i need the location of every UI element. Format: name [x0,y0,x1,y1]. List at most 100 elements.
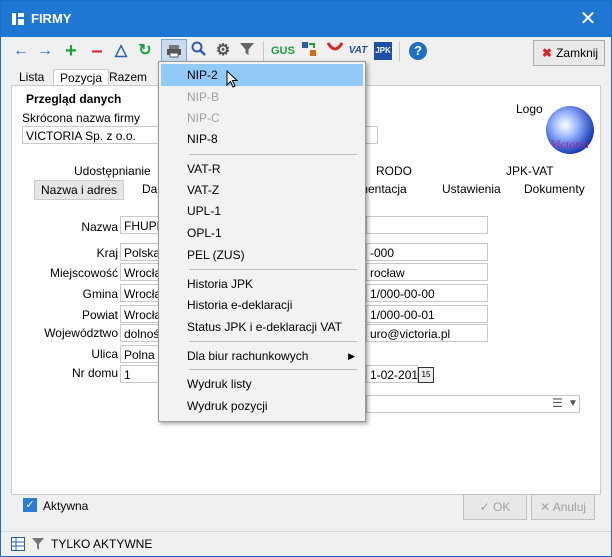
field-label-gmina: Gmina [82,287,118,301]
field-nazwa[interactable]: FHUPR [120,216,160,234]
logo-label: Logo [516,102,543,116]
search-icon[interactable] [189,41,209,61]
title-bar: FIRMY ✕ [1,1,611,37]
menu-item-label: Wydruk listy [187,377,252,391]
field-date[interactable]: 1-02-2015 [366,365,418,383]
menu-item-vat-r[interactable]: VAT-R [161,158,363,180]
tab-lista[interactable]: Lista [13,69,50,85]
field-wojewodztwo[interactable]: dolnośl [120,324,160,342]
close-icon: ✖ [542,46,553,60]
field-kraj[interactable]: Polska [120,243,160,261]
menu-item-upl-1[interactable]: UPL-1 [161,200,363,222]
menu-item-label: Status JPK i e-deklaracji VAT [187,320,342,334]
filter-status-icon[interactable] [31,537,45,551]
menu-item-label: NIP-C [187,111,220,125]
field-nr-domu[interactable]: 1 [120,365,160,383]
list-icon[interactable]: ☰ [552,396,563,410]
menu-item-opl-1[interactable]: OPL-1 [161,222,363,244]
subtab-rodo[interactable]: RODO [376,164,412,178]
logo-text: Victoria [550,137,590,151]
section-title: Przegląd danych [26,92,122,106]
mouse-cursor-icon [226,70,239,88]
jpk-icon[interactable]: JPK [374,42,392,60]
import-icon[interactable] [299,41,319,61]
menu-item-wydruk-listy[interactable]: Wydruk listy [161,373,363,395]
menu-item-label: Dla biur rachunkowych [187,349,309,363]
vat-icon[interactable]: VAT [347,41,369,61]
field-label-powiat: Powiat [81,308,118,322]
active-label: Aktywna [43,499,89,513]
chevron-down-icon[interactable]: ▼ [566,395,580,413]
menu-item-label: NIP-B [187,90,220,104]
status-bar: TYLKO AKTYWNE [1,531,611,556]
grid-icon[interactable] [11,537,25,551]
triangle-icon[interactable]: △ [111,41,131,61]
cancel-button[interactable]: ✕ Anuluj [531,494,595,520]
field-nazwa-extension[interactable] [366,216,488,234]
menu-item-label: PEL (ZUS) [187,248,245,262]
ok-button-label: OK [493,500,511,514]
ok-button[interactable]: ✓ OK [463,494,527,520]
company-logo: Victoria [546,106,594,154]
vat-icon-shape[interactable] [325,41,345,61]
menu-item-label: NIP-8 [187,132,218,146]
status-text: TYLKO AKTYWNE [51,537,153,551]
subtab-udostepnianie[interactable]: Udostępnianie [74,164,151,178]
field-label-nazwa: Nazwa [81,220,118,234]
refresh-icon[interactable]: ↻ [135,41,155,61]
menu-item-nip-8[interactable]: NIP-8 [161,128,363,150]
field-miejscowosc[interactable]: Wrocław [120,263,160,281]
menu-item-status-jpk[interactable]: Status JPK i e-deklaracji VAT [161,316,363,338]
arrow-left-icon[interactable]: ← [11,41,31,61]
add-icon[interactable]: + [61,41,81,61]
menu-item-label: OPL-1 [187,226,222,240]
menu-item-label: VAT-Z [187,183,220,197]
window-close-button[interactable]: ✕ [565,1,611,37]
menu-separator [189,154,357,155]
menu-separator [189,341,357,342]
tab-razem[interactable]: Razem [103,69,153,85]
subtab-da[interactable]: Da [142,182,157,196]
cancel-button-label: Anuluj [552,500,587,514]
print-dropdown-menu: NIP-2 NIP-B NIP-C NIP-8 VAT-R VAT-Z UPL-… [158,61,366,422]
menu-item-nip-2[interactable]: NIP-2 [161,64,363,86]
remove-icon[interactable]: – [87,41,107,61]
menu-item-wydruk-pozycji[interactable]: Wydruk pozycji [161,395,363,417]
field-label-nr-domu: Nr domu [71,366,118,380]
close-button[interactable]: ✖ Zamknij [533,40,605,66]
menu-item-dla-biur[interactable]: Dla biur rachunkowych ▶ [161,345,363,367]
subtab-dokumenty[interactable]: Dokumenty [524,182,585,196]
settings-icon[interactable]: ⚙ [213,41,233,61]
field-dropdown[interactable] [366,395,580,413]
calendar-icon[interactable]: 15 [418,367,434,383]
subtab-nazwa-i-adres[interactable]: Nazwa i adres [34,180,125,200]
menu-item-label: VAT-R [187,162,221,176]
gus-icon[interactable]: GUS [271,41,295,61]
arrow-right-icon[interactable]: → [35,41,55,61]
subtab-jpk-vat[interactable]: JPK-VAT [506,164,554,178]
menu-item-nip-c: NIP-C [161,107,363,129]
field-powiat[interactable]: Wrocław [120,305,160,323]
cancel-icon: ✕ [539,500,553,514]
field-poczta[interactable]: rocław [366,263,488,281]
menu-item-pel-zus[interactable]: PEL (ZUS) [161,244,363,266]
tab-pozycja[interactable]: Pozycja [53,69,110,86]
field-label-miejscowosc: Miejscowość [49,266,118,280]
check-icon: ✓ [479,500,494,514]
field-kod-pocztowy[interactable]: -000 [366,243,488,261]
active-checkbox[interactable]: ✓ [23,498,37,512]
field-telefon[interactable]: 1/000-00-00 [366,284,488,302]
subtab-ustawienia[interactable]: Ustawienia [442,182,501,196]
field-email[interactable]: uro@victoria.pl [366,324,488,342]
field-ulica[interactable]: Polna [120,345,160,363]
help-icon[interactable]: ? [409,42,427,60]
field-fax[interactable]: 1/000-00-01 [366,305,488,323]
menu-item-historia-e-deklaracji[interactable]: Historia e-deklaracji [161,294,363,316]
field-label-wojewodztwo: Województwo [44,326,118,340]
field-label-ulica: Ulica [91,347,118,361]
menu-item-historia-jpk[interactable]: Historia JPK [161,273,363,295]
filter-icon[interactable] [237,41,257,61]
menu-item-vat-z[interactable]: VAT-Z [161,179,363,201]
field-gmina[interactable]: Wrocław [120,284,160,302]
toolbar-separator [263,41,264,61]
